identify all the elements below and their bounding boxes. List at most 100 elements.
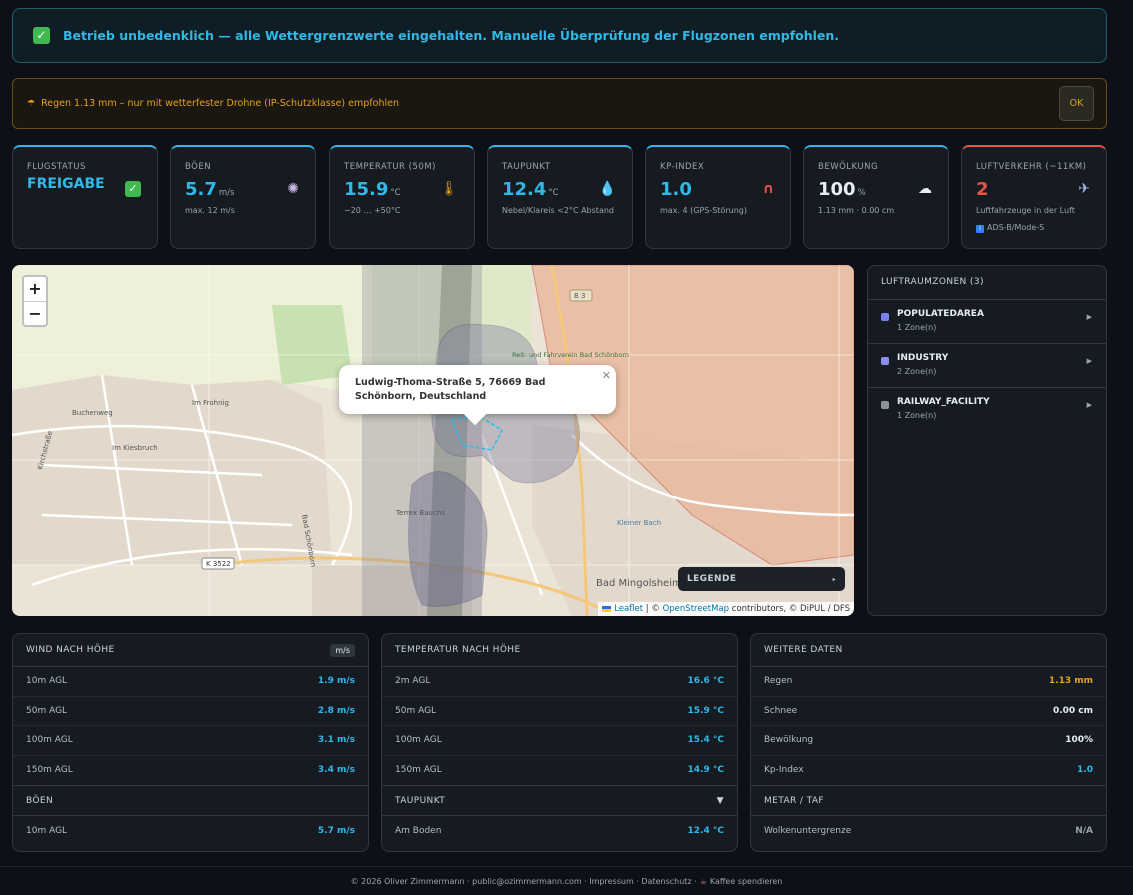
zone-count: 1 Zone(n)	[897, 411, 937, 420]
coffee-icon: ☕	[699, 876, 707, 886]
address-popup: Ludwig-Thoma-Straße 5, 76669 Bad Schönbo…	[339, 365, 616, 426]
legend-toggle[interactable]: LEGENDE ▸	[678, 567, 845, 591]
row-key: 2m AGL	[395, 676, 431, 687]
table-row: 2m AGL 16.6 °C	[382, 667, 737, 697]
zone-name: POPULATEDAREA	[897, 309, 984, 319]
zone-color-dot	[881, 401, 889, 409]
map-label: K 3522	[206, 560, 231, 568]
row-value: 15.9 °C	[687, 705, 724, 716]
table-row: 150m AGL 3.4 m/s	[13, 756, 368, 786]
osm-link[interactable]: OpenStreetMap	[663, 604, 729, 614]
temp-sub: −20 … +50°C	[344, 206, 401, 215]
zone-item[interactable]: RAILWAY_FACILITY 1 Zone(n) ▶	[868, 388, 1106, 432]
gusts-card: BÖEN 5.7 m/s max. 12 m/s ✺	[170, 145, 316, 249]
zone-name: RAILWAY_FACILITY	[897, 397, 990, 407]
more-data-panel: WEITERE DATEN Regen 1.13 mm Schnee 0.00 cm…	[750, 633, 1107, 852]
table-row: Regen 1.13 mm	[751, 667, 1106, 697]
dew-unit: °C	[548, 188, 559, 198]
zone-count: 1 Zone(n)	[897, 323, 937, 332]
row-key: 10m AGL	[26, 825, 68, 836]
temperature-title: TEMPERATUR NACH HÖHE	[395, 645, 521, 655]
dewpoint-card: TAUPUNKT 12.4 °C Nebel/Klareis <2°C Absta…	[487, 145, 633, 249]
zoom-in-button[interactable]: +	[24, 277, 46, 301]
droplet-icon: 💧	[598, 181, 616, 197]
unit-badge[interactable]: m/s	[330, 643, 355, 657]
clouds-value: 100%	[818, 179, 934, 200]
attribution-sep: | ©	[643, 604, 663, 614]
zone-item[interactable]: POPULATEDAREA 1 Zone(n) ▶	[868, 300, 1106, 344]
caret-right-icon: ▶	[1086, 313, 1092, 321]
zones-title: LUFTRAUMZONEN (3)	[868, 266, 1106, 300]
map-label: Terrex Bauchs	[395, 509, 445, 517]
table-row: Kp-Index 1.0	[751, 756, 1106, 786]
row-value: 14.9 °C	[687, 765, 724, 776]
leaflet-link[interactable]: Leaflet	[614, 604, 643, 614]
caret-right-icon: ▸	[832, 575, 836, 583]
kp-sub: max. 4 (GPS-Störung)	[660, 206, 747, 215]
table-row: 50m AGL 2.8 m/s	[13, 697, 368, 726]
zone-color-dot	[881, 313, 889, 321]
gusts-sub: max. 12 m/s	[185, 206, 235, 215]
table-row: 100m AGL 3.1 m/s	[13, 726, 368, 756]
row-key: 150m AGL	[26, 765, 73, 776]
map-label: B 3	[574, 292, 585, 300]
chevron-down-icon[interactable]: ▼	[717, 796, 724, 806]
table-row: 100m AGL 15.4 °C	[382, 726, 737, 756]
row-value: 16.6 °C	[687, 676, 724, 687]
map-attribution: Leaflet | © OpenStreetMap contributors, …	[598, 602, 854, 616]
table-row: Wolkenuntergrenze N/A	[751, 816, 1106, 846]
temperature-card: TEMPERATUR (50M) 15.9 °C −20 … +50°C 🌡	[329, 145, 475, 249]
row-key: 150m AGL	[395, 765, 442, 776]
map-label: Buchenweg	[72, 409, 113, 417]
section-title: TAUPUNKT	[395, 795, 446, 806]
clouds-number: 100	[818, 179, 856, 200]
row-key: 100m AGL	[26, 735, 73, 746]
zoom-control: + −	[22, 275, 48, 327]
address-text: Ludwig-Thoma-Straße 5, 76669 Bad Schönbo…	[355, 377, 546, 402]
row-value: 0.00 cm	[1052, 705, 1093, 716]
check-icon: ✓	[33, 27, 50, 44]
card-label: BEWÖLKUNG	[818, 162, 879, 172]
card-label: FLUGSTATUS	[27, 162, 86, 172]
magnet-icon: ∩	[762, 181, 774, 197]
dewpoint-section: TAUPUNKT ▼	[382, 785, 737, 816]
row-value: N/A	[1075, 825, 1093, 836]
footer-text: © 2026 Oliver Zimmermann · public@ozimme…	[350, 876, 697, 886]
rain-warning: ☂ Regen 1.13 mm – nur mit wetterfester D…	[12, 78, 1107, 129]
dew-sub: Nebel/Klareis <2°C Abstand	[502, 206, 614, 215]
flag-icon	[602, 605, 612, 612]
row-value: 5.7 m/s	[317, 825, 355, 836]
card-label: KP-INDEX	[660, 162, 705, 172]
table-row: Schnee 0.00 cm	[751, 697, 1106, 726]
card-label: TAUPUNKT	[502, 162, 551, 172]
gusts-number: 5.7	[185, 179, 217, 200]
section-title: BÖEN	[26, 795, 54, 806]
map[interactable]: Buchenweg Im Frohnig Im Kiesbruch Kirchs…	[12, 265, 854, 616]
row-key: Kp-Index	[764, 765, 804, 776]
gusts-unit: m/s	[218, 188, 235, 198]
map-label: Kleiner Bach	[617, 519, 661, 527]
gusts-value: 5.7 m/s	[185, 179, 301, 200]
traffic-source-text: ADS-B/Mode-S	[987, 223, 1045, 232]
caret-right-icon: ▶	[1086, 401, 1092, 409]
ok-button[interactable]: OK	[1059, 86, 1094, 121]
coffee-link[interactable]: Kaffee spendieren	[710, 877, 782, 886]
card-label: BÖEN	[185, 162, 212, 172]
kp-value: 1.0	[660, 179, 692, 200]
close-icon[interactable]: ✕	[602, 369, 611, 383]
zone-count: 2 Zone(n)	[897, 367, 937, 376]
row-value: 1.9 m/s	[317, 676, 355, 687]
zone-item[interactable]: INDUSTRY 2 Zone(n) ▶	[868, 344, 1106, 388]
table-row: Bewölkung 100%	[751, 726, 1106, 756]
clouds-sub: 1.13 mm · 0.00 cm	[818, 206, 895, 215]
row-value: 100%	[1065, 735, 1093, 746]
map-label: Im Kiesbruch	[112, 444, 158, 452]
info-icon: i	[976, 225, 984, 233]
umbrella-icon: ☂	[27, 98, 36, 109]
row-key: 50m AGL	[26, 705, 68, 716]
cloud-icon: ☁	[918, 181, 932, 197]
thermometer-icon: 🌡	[440, 181, 458, 197]
zoom-out-button[interactable]: −	[24, 301, 46, 325]
clouds-unit: %	[857, 188, 866, 198]
airplane-icon: ✈	[1078, 181, 1090, 197]
